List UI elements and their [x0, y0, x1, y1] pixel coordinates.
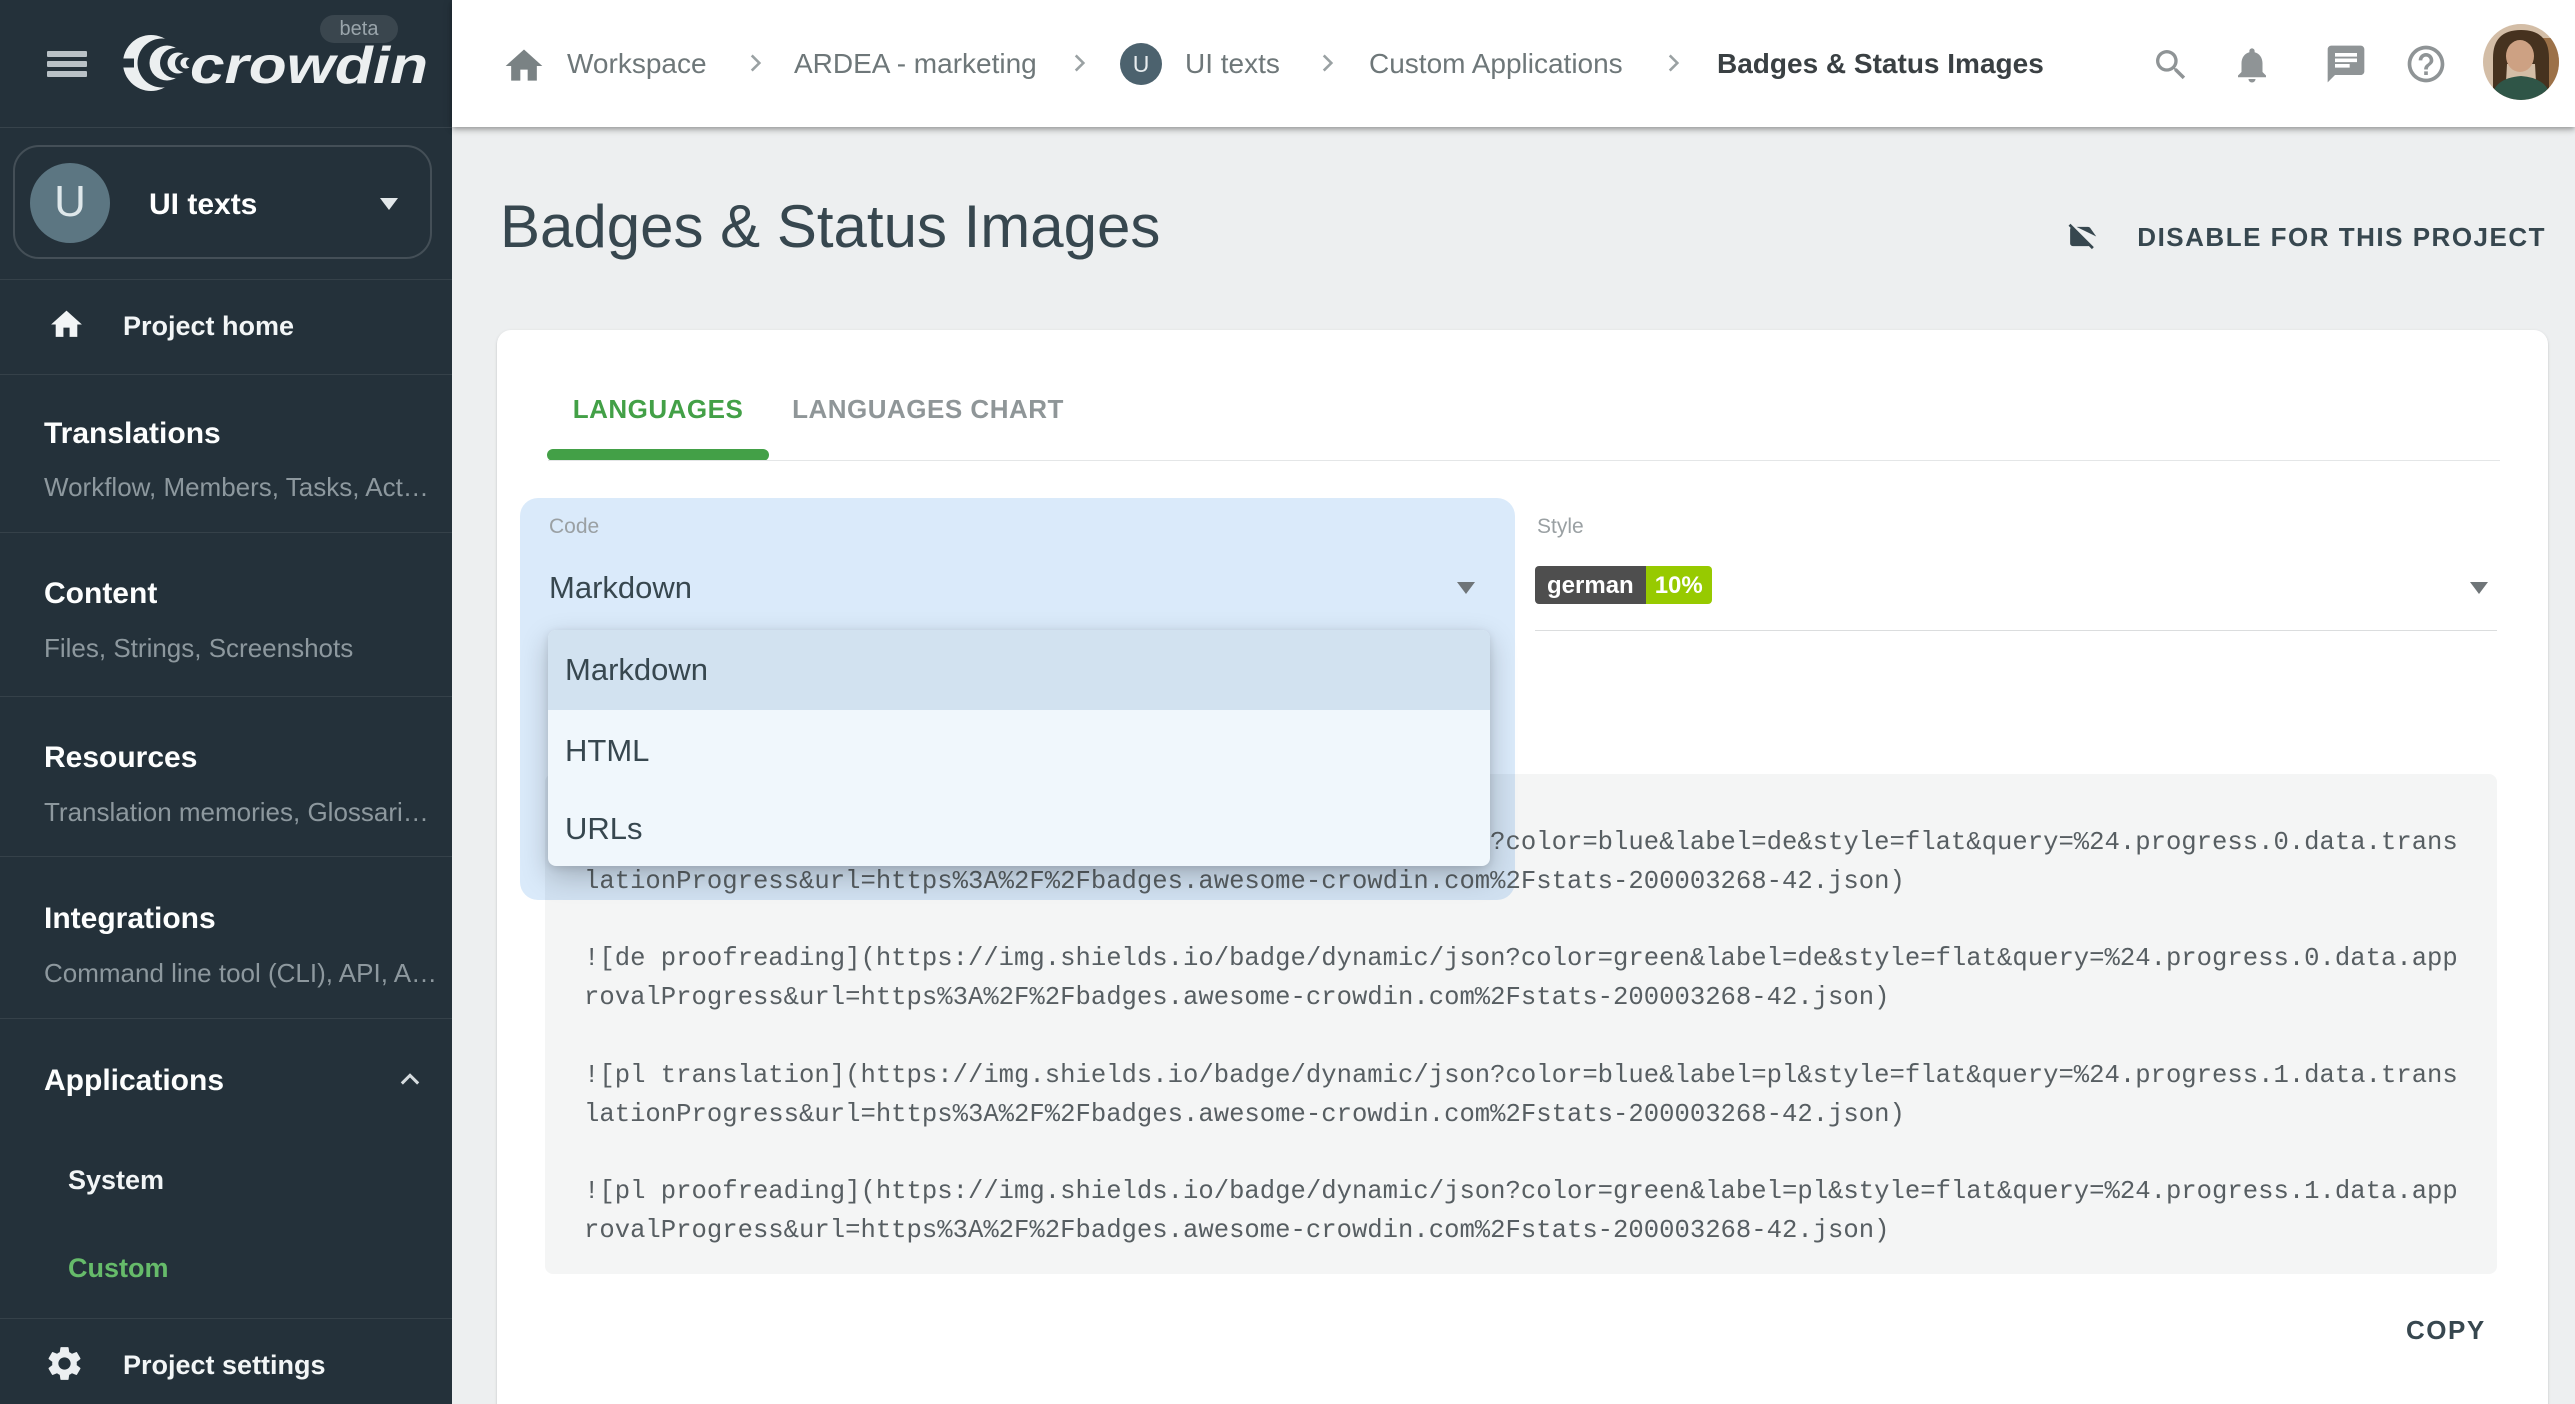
svg-text:crowdin: crowdin	[190, 37, 428, 95]
